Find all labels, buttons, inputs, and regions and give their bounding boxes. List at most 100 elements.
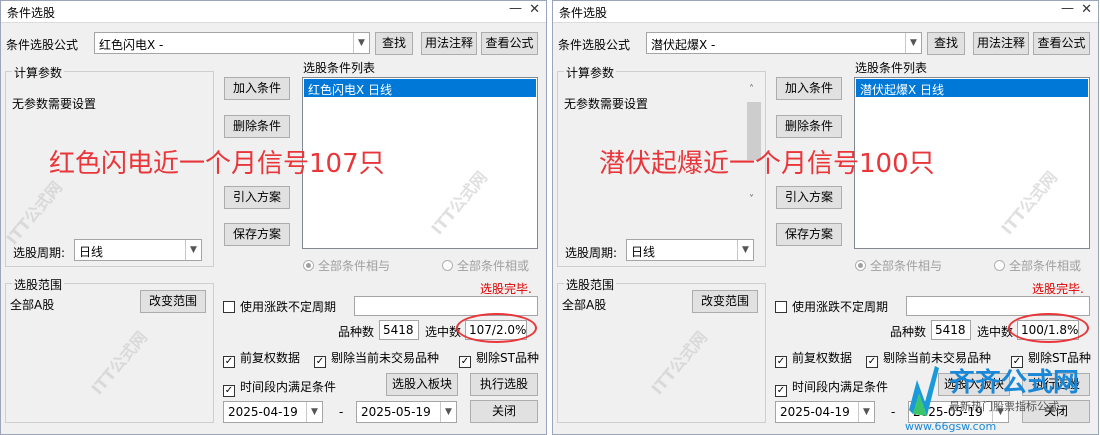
import-plan-button[interactable]: 引入方案 [776,186,842,209]
close-icon[interactable]: ✕ [1081,2,1092,17]
stock-screener-window-left: 条件选股 — ✕ 条件选股公式 红色闪电X - ▼ 查找 用法注释 查看公式 计… [0,0,547,435]
formula-select[interactable]: 红色闪电X - ▼ [94,32,370,54]
pre-adjust-checkbox[interactable]: ✓ 前复权数据 [775,349,852,368]
usage-notes-button[interactable]: 用法注释 [421,32,477,55]
date-from-picker[interactable]: 2025-04-19 ▼ [223,401,323,423]
formula-select[interactable]: 潜伏起爆X - ▼ [646,32,922,54]
check-icon: ✓ [866,356,878,368]
chevron-down-icon[interactable]: ▼ [440,402,456,422]
range-value: 全部A股 [562,298,607,312]
chevron-down-icon[interactable]: ˅ [749,194,754,205]
chevron-down-icon[interactable]: ▼ [306,402,322,422]
radio-all-or[interactable]: 全部条件相或 [442,257,529,274]
condition-list-item[interactable]: 红色闪电X 日线 [304,79,536,97]
period-label: 选股周期: [565,246,618,260]
save-plan-button[interactable]: 保存方案 [224,223,290,246]
condition-list-item[interactable]: 潜伏起爆X 日线 [856,79,1088,97]
add-condition-button[interactable]: 加入条件 [776,77,842,100]
radio-icon [855,260,866,271]
save-plan-button[interactable]: 保存方案 [776,223,842,246]
formula-label: 条件选股公式 [6,38,79,52]
formula-label: 条件选股公式 [558,38,631,52]
condition-list-title: 选股条件列表 [303,61,376,75]
chevron-down-icon[interactable]: ▼ [858,402,874,422]
find-button[interactable]: 查找 [927,32,965,55]
close-button[interactable]: 关闭 [470,400,538,423]
radio-icon [303,260,314,271]
window-title: 条件选股 [559,6,608,20]
radio-all-or-label: 全部条件相或 [1009,259,1082,273]
date-separator: - [339,405,344,419]
date-from-value: 2025-04-19 [780,405,850,419]
logo-title: 齐齐公式网 [949,368,1080,398]
exclude-st-label: 剔除ST品种 [476,351,539,365]
period-value: 日线 [79,245,104,259]
pre-adjust-checkbox[interactable]: ✓ 前复权数据 [223,349,300,368]
exclude-untraded-label: 剔除当前未交易品种 [331,351,440,365]
count-value: 5418 [935,323,966,337]
date-from-value: 2025-04-19 [228,405,298,419]
checkbox-icon [223,301,235,313]
chevron-down-icon[interactable]: ▼ [185,240,201,260]
chevron-down-icon[interactable]: ▼ [905,33,921,53]
check-icon: ✓ [775,356,787,368]
radio-all-and[interactable]: 全部条件相与 [855,257,942,274]
change-range-button[interactable]: 改变范围 [692,290,758,313]
minimize-icon[interactable]: — [509,1,522,16]
use-change-period-checkbox[interactable]: 使用涨跌不定周期 [223,298,336,315]
logo-icon [909,366,939,416]
radio-icon [442,260,453,271]
chevron-down-icon[interactable]: ▼ [737,240,753,260]
chevron-down-icon[interactable]: ▼ [353,33,369,53]
checkbox-icon [775,301,787,313]
usage-notes-button[interactable]: 用法注释 [973,32,1029,55]
find-button[interactable]: 查找 [375,32,413,55]
exclude-st-checkbox[interactable]: ✓ 剔除ST品种 [459,349,539,368]
view-formula-button[interactable]: 查看公式 [1033,32,1090,55]
time-range-checkbox[interactable]: ✓ 时间段内满足条件 [223,378,336,397]
close-icon[interactable]: ✕ [529,2,540,17]
formula-value: 潜伏起爆X - [651,38,716,52]
period-value: 日线 [631,245,656,259]
add-condition-button[interactable]: 加入条件 [224,77,290,100]
delete-condition-button[interactable]: 删除条件 [224,115,290,138]
date-to-picker[interactable]: 2025-05-19 ▼ [356,401,457,423]
range-value: 全部A股 [10,298,55,312]
status-text: 选股完毕. [1032,282,1084,296]
range-title: 选股范围 [12,276,65,293]
use-change-period-checkbox[interactable]: 使用涨跌不定周期 [775,298,888,315]
condition-list-title: 选股条件列表 [855,61,928,75]
time-range-label: 时间段内满足条件 [792,380,889,394]
view-formula-button[interactable]: 查看公式 [481,32,538,55]
to-block-button[interactable]: 选股入板块 [386,373,458,396]
radio-all-or[interactable]: 全部条件相或 [994,257,1081,274]
delete-condition-button[interactable]: 删除条件 [776,115,842,138]
count-value: 5418 [383,323,414,337]
site-logo: 齐齐公式网 最新热门股票指标公式 www.66gsw.com [905,358,1100,435]
import-plan-button[interactable]: 引入方案 [224,186,290,209]
radio-all-and[interactable]: 全部条件相与 [303,257,390,274]
highlight-circle [1008,313,1089,343]
change-range-button[interactable]: 改变范围 [140,290,206,313]
period-select[interactable]: 日线 ▼ [74,239,202,261]
no-params-text: 无参数需要设置 [564,97,649,111]
minimize-icon[interactable]: — [1061,1,1074,16]
annotation-text: 潜伏起爆近一个月信号100只 [599,149,935,179]
chevron-up-icon[interactable]: ˄ [749,84,754,95]
period-select[interactable]: 日线 ▼ [626,239,754,261]
date-separator: - [891,405,896,419]
count-field: 5418 [931,320,971,340]
count-field: 5418 [379,320,419,340]
logo-subtitle: 最新热门股票指标公式 [949,400,1059,413]
calc-params-title: 计算参数 [564,64,617,81]
check-icon: ✓ [223,385,235,397]
radio-all-and-label: 全部条件相与 [870,259,943,273]
execute-button[interactable]: 执行选股 [470,373,538,396]
window-title: 条件选股 [7,6,56,20]
exclude-untraded-checkbox[interactable]: ✓ 剔除当前未交易品种 [314,349,439,368]
radio-all-or-label: 全部条件相或 [457,259,530,273]
check-icon: ✓ [314,356,326,368]
time-range-checkbox[interactable]: ✓ 时间段内满足条件 [775,378,888,397]
use-change-period-label: 使用涨跌不定周期 [792,300,889,314]
date-from-picker[interactable]: 2025-04-19 ▼ [775,401,875,423]
